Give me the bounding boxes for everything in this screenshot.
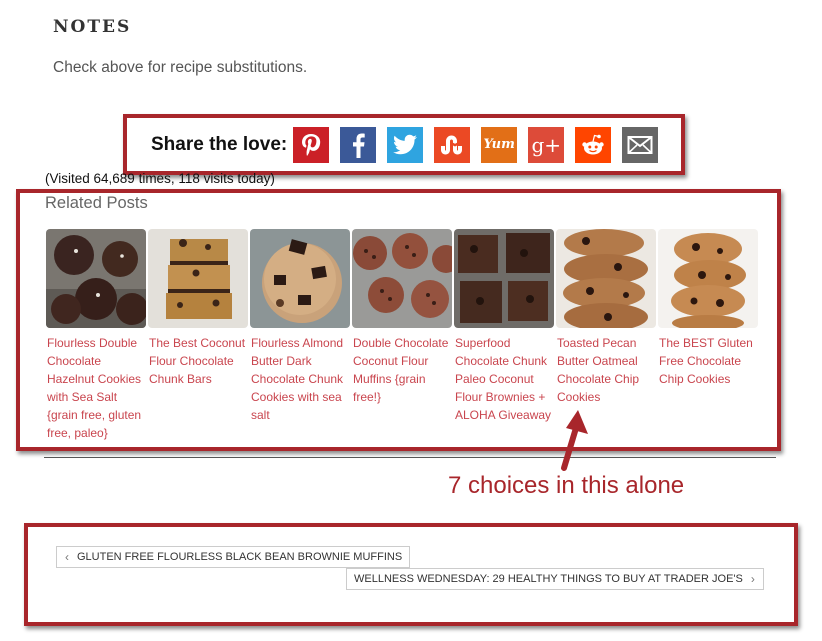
- previous-post-label: GLUTEN FREE FLOURLESS BLACK BEAN BROWNIE…: [77, 551, 403, 563]
- related-posts-heading: Related Posts: [45, 194, 148, 212]
- post-thumbnail-image[interactable]: [556, 229, 656, 328]
- email-share-button[interactable]: [622, 126, 659, 163]
- related-post-card[interactable]: Superfood Chocolate Chunk Paleo Coconut …: [454, 229, 554, 442]
- stumbleupon-share-button[interactable]: [434, 126, 471, 163]
- pinterest-share-button[interactable]: [293, 126, 330, 163]
- related-post-link[interactable]: Flourless Double Chocolate Hazelnut Cook…: [46, 334, 146, 442]
- related-post-link[interactable]: The BEST Gluten Free Chocolate Chip Cook…: [658, 334, 758, 388]
- google-plus-share-button[interactable]: g+: [528, 126, 565, 163]
- twitter-icon: [393, 134, 418, 154]
- related-post-card[interactable]: Double Chocolate Coconut Flour Muffins {…: [352, 229, 452, 442]
- next-post-link[interactable]: WELLNESS WEDNESDAY: 29 HEALTHY THINGS TO…: [346, 568, 764, 590]
- post-thumbnail-image[interactable]: [148, 229, 248, 328]
- related-post-link[interactable]: Double Chocolate Coconut Flour Muffins {…: [352, 334, 452, 406]
- share-annotation-frame: Share the love: Yum g+: [123, 114, 685, 175]
- post-thumbnail-image[interactable]: [352, 229, 452, 328]
- post-thumbnail-image[interactable]: [250, 229, 350, 328]
- share-bar: Share the love: Yum g+: [127, 118, 681, 171]
- annotation-callout: 7 choices in this alone: [448, 472, 685, 499]
- post-thumbnail-image[interactable]: [46, 229, 146, 328]
- stumbleupon-icon: [441, 135, 463, 154]
- related-post-link[interactable]: Flourless Almond Butter Dark Chocolate C…: [250, 334, 350, 424]
- chevron-left-icon: ‹: [65, 550, 69, 564]
- next-post-label: WELLNESS WEDNESDAY: 29 HEALTHY THINGS TO…: [354, 573, 743, 585]
- twitter-share-button[interactable]: [387, 126, 424, 163]
- reddit-share-button[interactable]: [575, 126, 612, 163]
- share-label: Share the love:: [151, 133, 288, 155]
- google-plus-icon: g+: [531, 132, 561, 157]
- chevron-right-icon: ›: [750, 572, 755, 586]
- post-thumbnail-image[interactable]: [658, 229, 758, 328]
- previous-post-link[interactable]: ‹ GLUTEN FREE FLOURLESS BLACK BEAN BROWN…: [56, 546, 411, 568]
- yummly-icon: Yum: [483, 137, 515, 152]
- related-post-card[interactable]: Flourless Almond Butter Dark Chocolate C…: [250, 229, 350, 442]
- visit-counter: (Visited 64,689 times, 118 visits today): [45, 171, 275, 186]
- email-icon: [627, 135, 653, 154]
- related-post-card[interactable]: The Best Coconut Flour Chocolate Chunk B…: [148, 229, 248, 442]
- related-posts-list: Flourless Double Chocolate Hazelnut Cook…: [46, 229, 758, 442]
- notes-text: Check above for recipe substitutions.: [53, 59, 308, 76]
- yummly-share-button[interactable]: Yum: [481, 126, 518, 163]
- facebook-share-button[interactable]: [340, 126, 377, 163]
- annotation-arrow-icon: [561, 410, 588, 471]
- related-post-card[interactable]: Flourless Double Chocolate Hazelnut Cook…: [46, 229, 146, 442]
- facebook-icon: [353, 133, 365, 158]
- related-post-link[interactable]: Superfood Chocolate Chunk Paleo Coconut …: [454, 334, 554, 424]
- notes-heading: NOTES: [53, 17, 132, 37]
- related-post-card[interactable]: The BEST Gluten Free Chocolate Chip Cook…: [658, 229, 758, 442]
- post-thumbnail-image[interactable]: [454, 229, 554, 328]
- related-post-link[interactable]: Toasted Pecan Butter Oatmeal Chocolate C…: [556, 334, 656, 406]
- section-divider: [44, 457, 776, 458]
- pinterest-icon: [302, 133, 321, 156]
- related-post-link[interactable]: The Best Coconut Flour Chocolate Chunk B…: [148, 334, 248, 388]
- reddit-icon: [582, 134, 604, 154]
